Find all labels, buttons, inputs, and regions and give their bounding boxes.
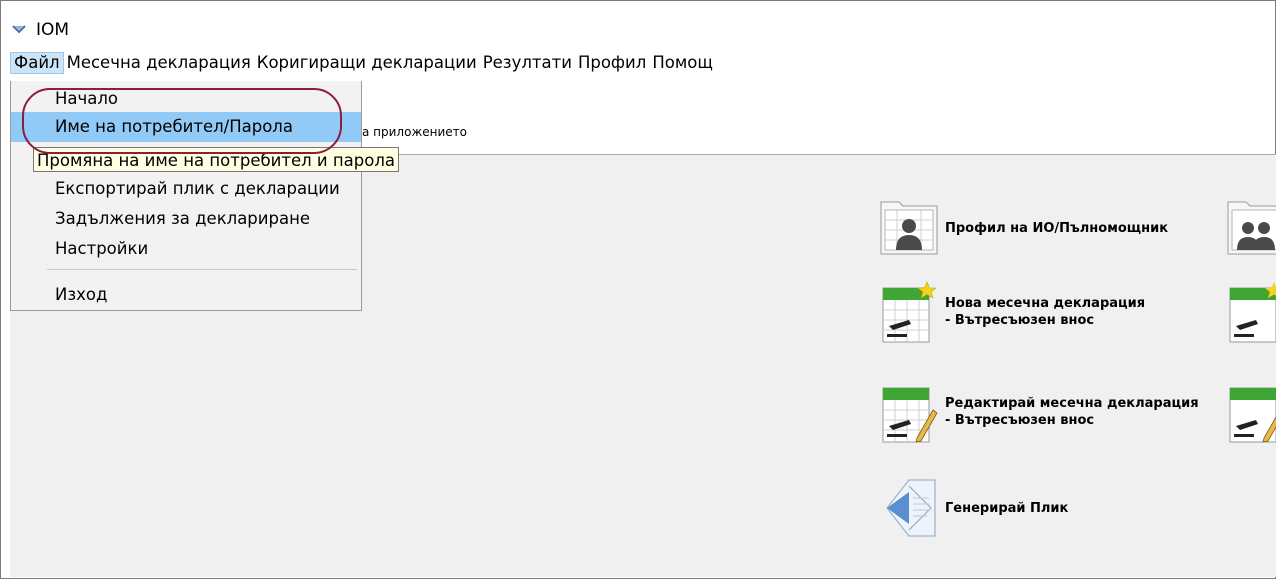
envelope-icon — [886, 479, 936, 537]
action-new-declaration-line2: - Вътресъюзен внос — [945, 313, 1095, 328]
new-calendar-icon-2 — [1229, 282, 1276, 343]
menu-bar: Файл Месечна декларация Коригиращи декла… — [10, 51, 1276, 75]
menu-file[interactable]: Файл — [10, 52, 64, 74]
menu-separator — [47, 269, 357, 270]
menu-results[interactable]: Резултати — [480, 52, 575, 74]
action-partial-group-profile[interactable] — [1226, 196, 1276, 260]
app-menu-chevron-icon[interactable] — [12, 23, 26, 37]
action-edit-declaration-label: Редактирай месечна декларация - Вътресъю… — [945, 395, 1199, 429]
profile-card-icon — [880, 201, 938, 255]
action-edit-declaration[interactable]: Редактирай месечна декларация - Вътресъю… — [879, 380, 1199, 444]
window-title: IOM — [36, 20, 70, 40]
menu-corrective-declarations[interactable]: Коригиращи декларации — [254, 52, 480, 74]
action-new-declaration[interactable]: Нова месечна декларация - Вътресъюзен вн… — [879, 280, 1145, 344]
new-calendar-icon — [882, 281, 937, 343]
action-partial-edit[interactable] — [1226, 380, 1276, 444]
menu-item-export-envelope[interactable]: Експортирай плик с декларации — [11, 175, 361, 203]
action-profile[interactable]: Профил на ИО/Пълномощник — [879, 196, 1168, 260]
action-new-declaration-label: Нова месечна декларация - Вътресъюзен вн… — [945, 295, 1145, 329]
group-profile-icon — [1227, 201, 1276, 255]
action-generate-envelope[interactable]: Генерирай Плик — [879, 476, 1068, 540]
menu-item-home[interactable]: Начало — [11, 85, 361, 113]
action-generate-envelope-label: Генерирай Плик — [945, 500, 1069, 516]
tooltip: Промяна на име на потребител и парола — [33, 147, 400, 172]
action-partial-new[interactable] — [1226, 280, 1276, 344]
menu-item-obligations[interactable]: Задължения за деклариране — [11, 205, 361, 233]
title-bar: IOM — [10, 10, 1276, 50]
action-edit-declaration-line2: - Вътресъюзен внос — [945, 413, 1095, 428]
menu-monthly-declaration[interactable]: Месечна декларация — [64, 52, 254, 74]
header-hint-text: а приложението — [362, 125, 467, 139]
menu-profile[interactable]: Профил — [575, 52, 649, 74]
menu-item-username-password[interactable]: Име на потребител/Парола — [11, 112, 361, 142]
edit-calendar-icon-2 — [1229, 387, 1276, 443]
menu-help[interactable]: Помощ — [649, 52, 716, 74]
menu-item-settings[interactable]: Настройки — [11, 235, 361, 263]
menu-item-exit[interactable]: Изход — [11, 281, 361, 309]
file-dropdown-menu: Начало Име на потребител/Парола Експорти… — [10, 81, 362, 311]
action-new-declaration-line1: Нова месечна декларация — [945, 296, 1146, 311]
action-profile-label: Профил на ИО/Пълномощник — [945, 220, 1169, 236]
action-edit-declaration-line1: Редактирай месечна декларация — [945, 396, 1199, 411]
edit-calendar-icon — [882, 387, 938, 443]
